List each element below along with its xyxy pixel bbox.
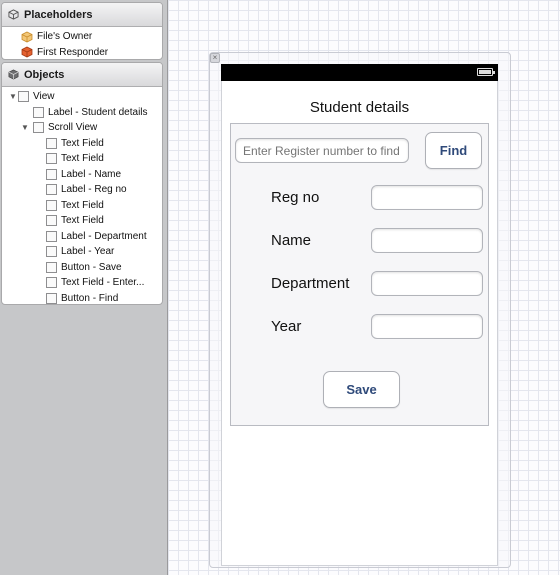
- cube-outline-icon: [8, 9, 19, 20]
- text-field-icon: [46, 137, 57, 149]
- outline-item-label-student-details[interactable]: Label - Student details: [2, 105, 162, 121]
- view-icon: [18, 91, 29, 103]
- outline-item[interactable]: Button - Find: [2, 291, 162, 305]
- outline-item[interactable]: Label - Name: [2, 167, 162, 183]
- outline-item-label: Text Field - Enter...: [61, 277, 145, 289]
- text-field-icon: [46, 215, 57, 227]
- objects-panel: Objects ▼ View Label - Student details ▼…: [1, 62, 163, 305]
- label-icon: [46, 184, 57, 196]
- outline-item-label: Label - Name: [61, 168, 122, 180]
- status-bar: [221, 64, 498, 81]
- name-field[interactable]: [371, 228, 483, 253]
- outline-item[interactable]: Text Field: [2, 151, 162, 167]
- battery-icon: [477, 68, 495, 76]
- outline-item-label: Text Field: [61, 153, 104, 165]
- reg-no-field[interactable]: [371, 185, 483, 210]
- outline-item-label: Text Field: [61, 215, 104, 227]
- placeholders-panel: Placeholders File's Owner First Responde…: [1, 2, 163, 60]
- outline-item[interactable]: Button - Save: [2, 260, 162, 276]
- outline-item-label: Label - Student details: [48, 106, 148, 118]
- outline-item-label: Scroll View: [48, 122, 98, 134]
- button-icon: [46, 261, 57, 273]
- scroll-view-icon: [33, 122, 44, 134]
- outline-item[interactable]: Label - Department: [2, 229, 162, 245]
- label-icon: [46, 230, 57, 242]
- text-field-icon: [46, 277, 57, 289]
- outline-item[interactable]: Text Field: [2, 213, 162, 229]
- outline-item-label: View: [33, 91, 55, 103]
- objects-header-label: Objects: [24, 68, 65, 81]
- department-label: Department: [271, 275, 350, 292]
- disclosure-triangle-icon[interactable]: ▼: [20, 123, 30, 132]
- outline-item[interactable]: Text Field: [2, 198, 162, 214]
- text-field-icon: [46, 199, 57, 211]
- outline-item-view[interactable]: ▼ View: [2, 89, 162, 105]
- outline-item[interactable]: Label - Reg no: [2, 182, 162, 198]
- outline-item-scroll-view[interactable]: ▼ Scroll View: [2, 120, 162, 136]
- cube-solid-icon: [8, 69, 19, 80]
- label-icon: [46, 246, 57, 258]
- outline-item[interactable]: Text Field - Enter...: [2, 275, 162, 291]
- outline-item-label: Text Field: [61, 137, 104, 149]
- outline-item[interactable]: Label - Year: [2, 244, 162, 260]
- year-label: Year: [271, 318, 302, 335]
- disclosure-triangle-icon[interactable]: ▼: [8, 92, 18, 101]
- name-label: Name: [271, 232, 312, 249]
- first-responder-cube-icon: [21, 46, 33, 58]
- department-field[interactable]: [371, 271, 483, 296]
- placeholders-header[interactable]: Placeholders: [2, 3, 162, 27]
- reg-no-label: Reg no: [271, 189, 320, 206]
- cube-icon: [21, 31, 33, 43]
- outline-item-label: Label - Reg no: [61, 184, 127, 196]
- objects-header[interactable]: Objects: [2, 63, 162, 87]
- outline-item[interactable]: Text Field: [2, 136, 162, 152]
- outline-item-label: First Responder: [37, 46, 109, 58]
- year-field[interactable]: [371, 314, 483, 339]
- label-icon: [46, 168, 57, 180]
- placeholders-header-label: Placeholders: [24, 8, 93, 21]
- outline-item-first-responder[interactable]: First Responder: [21, 45, 162, 60]
- outline-item-label: Text Field: [61, 199, 104, 211]
- outline-item-files-owner[interactable]: File's Owner: [21, 29, 162, 45]
- outline-item-label: Button - Find: [61, 292, 119, 304]
- register-number-search-input[interactable]: [235, 138, 409, 163]
- label-icon: [33, 106, 44, 118]
- outline-item-label: Button - Save: [61, 261, 122, 273]
- text-field-icon: [46, 153, 57, 165]
- save-button[interactable]: Save: [323, 371, 400, 408]
- close-icon[interactable]: ×: [210, 53, 220, 63]
- outline-item-label: Label - Year: [61, 246, 115, 258]
- outline-item-label: Label - Department: [61, 230, 147, 242]
- document-outline-sidebar: Placeholders File's Owner First Responde…: [0, 0, 168, 575]
- page-title: Student details: [309, 99, 410, 116]
- outline-item-label: File's Owner: [37, 31, 93, 43]
- find-button[interactable]: Find: [425, 132, 482, 169]
- button-icon: [46, 292, 57, 304]
